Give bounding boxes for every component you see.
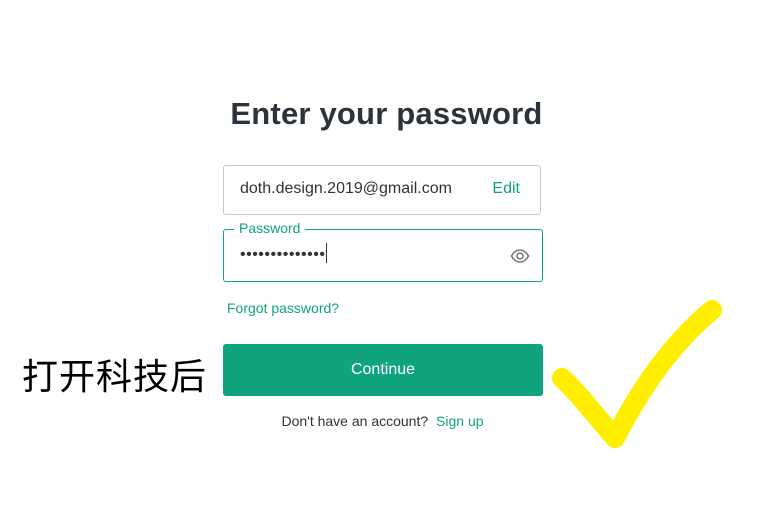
sign-up-link[interactable]: Sign up: [436, 413, 483, 429]
eye-icon[interactable]: [510, 246, 530, 266]
edit-email-link[interactable]: Edit: [492, 180, 520, 198]
password-field[interactable]: Password ••••••••••••••: [223, 220, 543, 282]
checkmark-annotation-icon: [552, 300, 722, 448]
annotation-text: 打开科技后: [22, 357, 208, 398]
page-title: Enter your password: [230, 96, 543, 131]
forgot-password-link[interactable]: Forgot password?: [227, 300, 339, 316]
signup-prompt: Don't have an account?: [281, 413, 429, 429]
password-input[interactable]: ••••••••••••••: [240, 243, 328, 264]
email-value: doth.design.2019@gmail.com: [240, 180, 452, 197]
password-masked-value: ••••••••••••••: [240, 246, 326, 263]
password-label: Password: [234, 220, 306, 236]
email-display-field: doth.design.2019@gmail.com Edit: [223, 165, 541, 215]
continue-button[interactable]: Continue: [223, 344, 543, 396]
text-caret: [326, 243, 328, 264]
